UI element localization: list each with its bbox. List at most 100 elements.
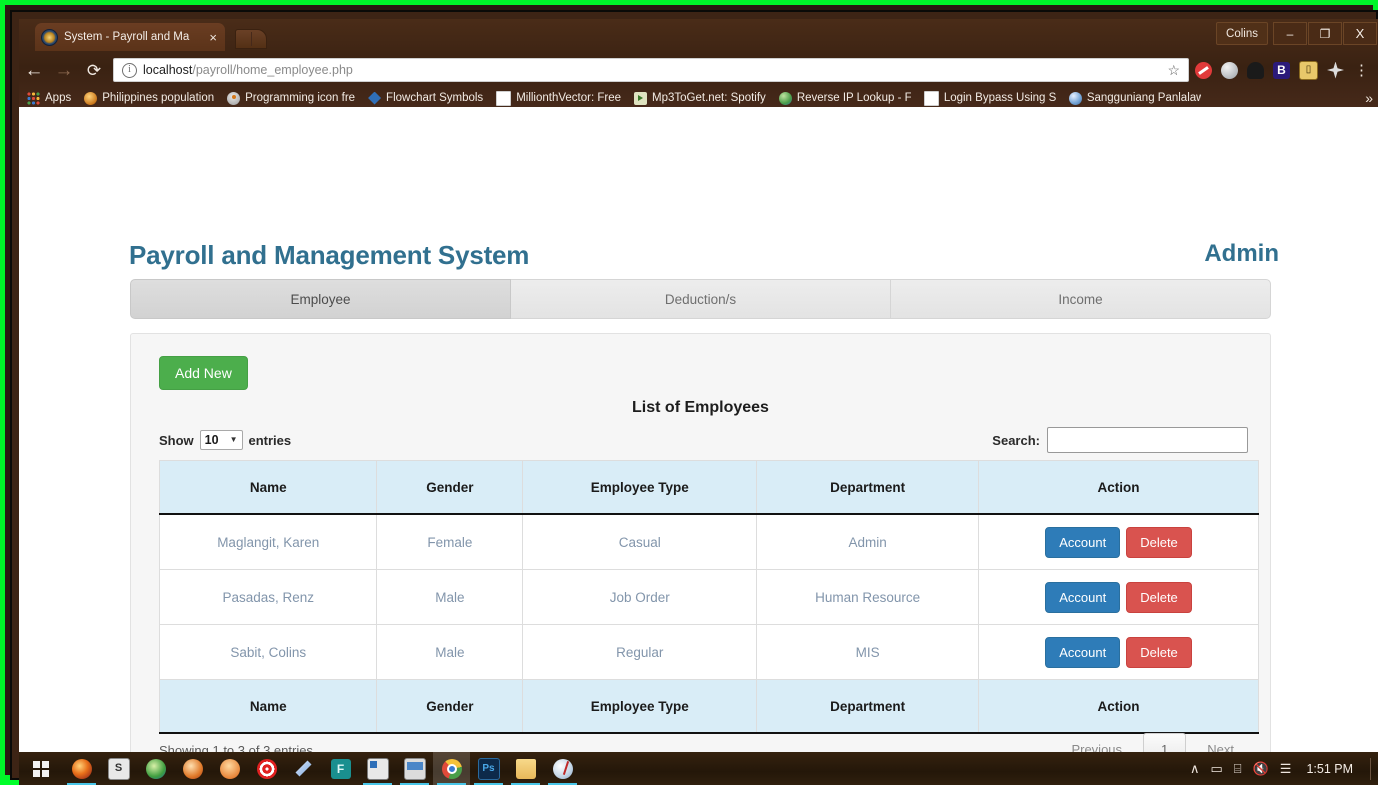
table-row[interactable]: Pasadas, Renz Male Job Order Human Resou… xyxy=(160,570,1259,625)
delete-button[interactable]: Delete xyxy=(1126,582,1192,613)
clock[interactable]: 1:51 PM xyxy=(1302,762,1359,776)
taskbar-item-paint[interactable] xyxy=(544,752,581,785)
browser-tab[interactable]: System - Payroll and Ma × xyxy=(35,23,225,51)
delete-button[interactable]: Delete xyxy=(1126,527,1192,558)
taskbar-item-firefox[interactable] xyxy=(63,752,100,785)
extension-star-icon[interactable] xyxy=(1327,62,1344,79)
pagination-previous[interactable]: Previous xyxy=(1057,734,1136,752)
tray-chevron-up-icon[interactable]: ∧ xyxy=(1190,762,1200,775)
bookmark-item[interactable]: Flowchart Symbols xyxy=(368,92,483,105)
chrome-menu-icon[interactable]: ⋮ xyxy=(1353,63,1376,78)
taskbar-item-photoshop[interactable]: Ps xyxy=(470,752,507,785)
cell-department: Admin xyxy=(757,514,979,570)
show-label: Show xyxy=(159,433,194,448)
account-button[interactable]: Account xyxy=(1045,582,1120,613)
new-tab-button[interactable] xyxy=(235,29,267,49)
bookmark-item[interactable]: Programming icon fre xyxy=(227,92,355,105)
account-button[interactable]: Account xyxy=(1045,527,1120,558)
page-info-icon[interactable]: i xyxy=(122,63,137,78)
bookmark-item[interactable]: Login Bypass Using S xyxy=(924,91,1056,106)
pagination: Previous 1 Next xyxy=(1057,733,1248,752)
page-viewport: Payroll and Management System Admin Empl… xyxy=(19,107,1378,752)
taskbar-item-folder[interactable] xyxy=(507,752,544,785)
tab-employee[interactable]: Employee xyxy=(130,279,511,319)
bookmark-item[interactable]: Mp3ToGet.net: Spotify xyxy=(634,92,766,105)
taskbar-item-idm[interactable] xyxy=(137,752,174,785)
bookmark-item[interactable]: Reverse IP Lookup - F xyxy=(779,92,911,105)
bookmark-star-icon[interactable]: ☆ xyxy=(1167,62,1180,79)
tab-income[interactable]: Income xyxy=(891,279,1271,319)
system-tray: ∧ ▭ ⌸ 🔇 ☰ 1:51 PM xyxy=(1190,758,1378,780)
taskbar-item-window-app[interactable] xyxy=(359,752,396,785)
bookmark-item[interactable]: Sangguniang Panlalaw xyxy=(1069,92,1201,105)
bookmark-item[interactable]: MillionthVector: Free xyxy=(496,91,621,106)
firefox-icon xyxy=(72,759,92,779)
close-window-button[interactable]: X xyxy=(1343,22,1377,45)
taskbar-item-monitor-app[interactable] xyxy=(396,752,433,785)
cell-gender: Female xyxy=(377,514,523,570)
account-button[interactable]: Account xyxy=(1045,637,1120,668)
extension-gray-icon[interactable] xyxy=(1221,62,1238,79)
entries-select-value: 10 xyxy=(205,432,219,448)
back-icon[interactable]: ← xyxy=(19,61,49,80)
pagination-page-1[interactable]: 1 xyxy=(1143,733,1186,752)
table-row[interactable]: Maglangit, Karen Female Casual Admin Acc… xyxy=(160,514,1259,570)
taskbar-item-music[interactable] xyxy=(211,752,248,785)
pagination-next[interactable]: Next xyxy=(1193,734,1248,752)
show-desktop-button[interactable] xyxy=(1370,758,1374,780)
app-orange-icon xyxy=(183,759,203,779)
adblock-icon[interactable] xyxy=(1195,62,1212,79)
document-icon xyxy=(924,91,939,106)
column-header-action[interactable]: Action xyxy=(979,461,1259,515)
bookmark-label: Apps xyxy=(45,92,71,104)
bitwarden-icon[interactable]: B xyxy=(1273,62,1290,79)
taskbar-item-foxit[interactable]: F xyxy=(322,752,359,785)
bookmark-label: Reverse IP Lookup - F xyxy=(797,92,911,104)
employee-panel: Add New List of Employees Show 10 ▼ entr… xyxy=(130,333,1271,752)
start-button[interactable] xyxy=(19,752,63,785)
column-header-department[interactable]: Department xyxy=(757,461,979,515)
cell-gender: Male xyxy=(377,625,523,680)
add-new-button[interactable]: Add New xyxy=(159,356,248,390)
table-info: Showing 1 to 3 of 3 entries xyxy=(159,743,313,752)
taskbar-item-subtitle-edit[interactable]: S xyxy=(100,752,137,785)
restore-button[interactable]: ❐ xyxy=(1308,22,1342,45)
network-icon[interactable]: ⌸ xyxy=(1234,762,1242,775)
column-header-employee-type[interactable]: Employee Type xyxy=(523,461,757,515)
bookmark-label: Programming icon fre xyxy=(245,92,355,104)
taskbar-item-target[interactable] xyxy=(248,752,285,785)
url-path: /payroll/home_employee.php xyxy=(192,63,353,77)
reload-icon[interactable]: ⟳ xyxy=(79,62,109,79)
entries-label: entries xyxy=(249,433,292,448)
entries-select[interactable]: 10 ▼ xyxy=(200,430,243,450)
notifications-icon[interactable]: ☰ xyxy=(1280,762,1292,775)
search-input[interactable] xyxy=(1047,427,1248,453)
tab-deductions[interactable]: Deduction/s xyxy=(511,279,891,319)
minimize-button[interactable]: – xyxy=(1273,22,1307,45)
forward-icon[interactable]: → xyxy=(49,61,79,80)
close-icon[interactable]: × xyxy=(209,31,219,44)
bookmarks-overflow-icon[interactable]: » xyxy=(1365,90,1378,106)
extension-dark-icon[interactable] xyxy=(1247,62,1264,79)
delete-button[interactable]: Delete xyxy=(1126,637,1192,668)
table-row[interactable]: Sabit, Colins Male Regular MIS Account D… xyxy=(160,625,1259,680)
volume-icon[interactable]: 🔇 xyxy=(1253,762,1269,775)
taskbar-item-chrome[interactable] xyxy=(433,752,470,785)
screen-frame: System - Payroll and Ma × Colins – ❐ X ←… xyxy=(0,0,1378,780)
entries-length-control: Show 10 ▼ entries xyxy=(159,430,291,450)
bookmark-item[interactable]: Apps xyxy=(27,92,71,105)
battery-icon[interactable]: ▭ xyxy=(1210,762,1222,775)
browser-tab-title: System - Payroll and Ma xyxy=(64,31,203,43)
extension-yellow-icon[interactable]: ▯ xyxy=(1299,61,1318,80)
column-header-gender[interactable]: Gender xyxy=(377,461,523,515)
taskbar-item-tool[interactable] xyxy=(285,752,322,785)
target-icon xyxy=(257,759,277,779)
bookmarks-bar: Apps Philippines population Programming … xyxy=(19,89,1378,107)
user-chip[interactable]: Colins xyxy=(1216,22,1268,45)
address-bar[interactable]: i localhost/payroll/home_employee.php ☆ xyxy=(113,58,1189,82)
bookmark-item[interactable]: Philippines population xyxy=(84,92,214,105)
column-header-name[interactable]: Name xyxy=(160,461,377,515)
taskbar-item-app-orange[interactable] xyxy=(174,752,211,785)
document-icon xyxy=(496,91,511,106)
cell-employee-type: Regular xyxy=(523,625,757,680)
